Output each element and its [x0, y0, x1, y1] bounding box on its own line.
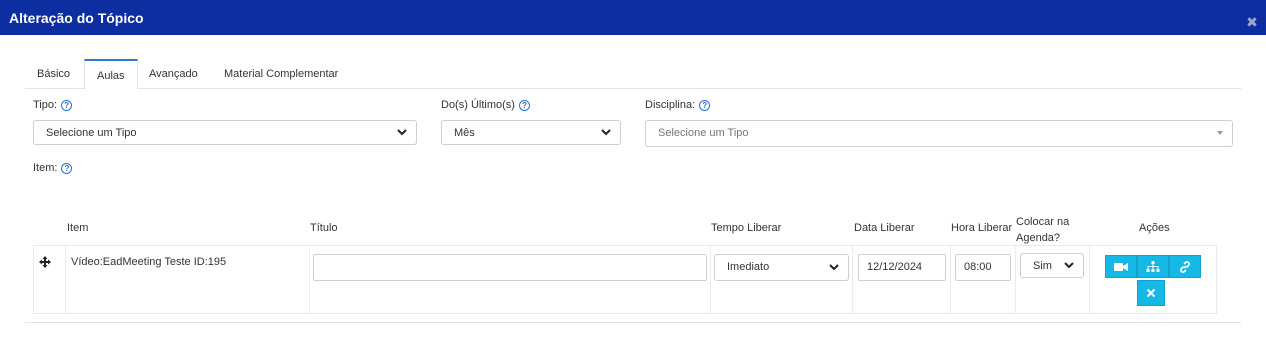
dialog-title: Alteração do Tópico [9, 10, 144, 26]
cell-divider [1089, 246, 1090, 313]
col-header-item: Item [67, 222, 89, 234]
tab-avancado[interactable]: Avançado [137, 59, 210, 89]
cell-divider [65, 246, 66, 313]
cell-divider [950, 246, 951, 313]
ultimos-select-value: Mês [454, 127, 475, 139]
cell-divider [309, 246, 310, 313]
table-row: Vídeo:EadMeeting Teste ID:195 Imediato 1… [33, 245, 1217, 314]
tipo-label-group: Tipo:? [33, 99, 73, 111]
tempo-liberar-select[interactable]: Imediato [714, 254, 849, 281]
chevron-down-icon [601, 129, 611, 136]
sitemap-icon [1146, 260, 1160, 272]
tempo-liberar-value: Imediato [727, 261, 770, 273]
link-icon [1180, 260, 1190, 273]
tipo-select[interactable]: Selecione um Tipo [33, 120, 417, 145]
ultimos-label-group: Do(s) Último(s)? [441, 99, 530, 111]
help-icon[interactable]: ? [61, 163, 73, 174]
col-header-tempo-liberar: Tempo Liberar [711, 222, 782, 234]
col-header-data-liberar: Data Liberar [854, 222, 915, 234]
tab-material-complementar[interactable]: Material Complementar [212, 59, 350, 89]
col-header-titulo: Título [310, 222, 338, 234]
close-icon[interactable]: ✖ [1246, 15, 1258, 29]
disciplina-select[interactable]: Selecione um Tipo [645, 120, 1233, 147]
move-icon[interactable] [39, 256, 51, 268]
tab-basico[interactable]: Básico [25, 59, 82, 89]
video-camera-icon [1114, 262, 1128, 271]
col-header-colocar-agenda: Colocar na Agenda? [1016, 214, 1069, 246]
link-button[interactable] [1169, 255, 1201, 278]
chevron-down-icon [397, 129, 407, 136]
delete-button[interactable] [1137, 280, 1165, 306]
tab-aulas[interactable]: Aulas [84, 59, 138, 90]
tipo-select-value: Selecione um Tipo [46, 127, 137, 139]
close-icon [1146, 288, 1156, 298]
col-header-hora-liberar: Hora Liberar [951, 222, 1013, 234]
chevron-down-icon [1064, 262, 1074, 269]
cell-divider [852, 246, 853, 313]
sitemap-button[interactable] [1137, 255, 1169, 278]
help-icon[interactable]: ? [518, 100, 530, 111]
chevron-down-icon [829, 264, 839, 271]
hora-liberar-input[interactable]: 08:00 [955, 254, 1011, 281]
colocar-agenda-value: Sim [1033, 260, 1052, 272]
help-icon[interactable]: ? [699, 100, 711, 111]
tab-bar: Básico Aulas Avançado Material Complemen… [25, 59, 1241, 90]
data-liberar-input[interactable]: 12/12/2024 [858, 254, 946, 281]
disciplina-label-group: Disciplina:? [645, 99, 711, 111]
tipo-label: Tipo: [33, 99, 58, 111]
caret-down-icon [1217, 131, 1223, 135]
disciplina-label: Disciplina: [645, 99, 696, 111]
col-header-colocar-agenda-line1: Colocar na [1016, 216, 1070, 228]
cell-divider [1015, 246, 1016, 313]
row-item-text: Vídeo:EadMeeting Teste ID:195 [71, 256, 227, 268]
col-header-acoes: Ações [1139, 222, 1170, 234]
help-icon[interactable]: ? [61, 100, 73, 111]
titulo-input[interactable] [313, 254, 707, 281]
dialog-header: Alteração do Tópico ✖ [0, 0, 1266, 35]
footer-divider [25, 322, 1241, 323]
cell-divider [710, 246, 711, 313]
col-header-colocar-agenda-line2: Agenda? [1016, 232, 1061, 244]
item-label: Item: [33, 162, 58, 174]
ultimos-select[interactable]: Mês [441, 120, 621, 145]
disciplina-select-value: Selecione um Tipo [658, 127, 749, 139]
video-button[interactable] [1105, 255, 1137, 278]
ultimos-label: Do(s) Último(s) [441, 99, 515, 111]
colocar-agenda-select[interactable]: Sim [1020, 253, 1084, 278]
item-label-group: Item:? [33, 162, 73, 174]
